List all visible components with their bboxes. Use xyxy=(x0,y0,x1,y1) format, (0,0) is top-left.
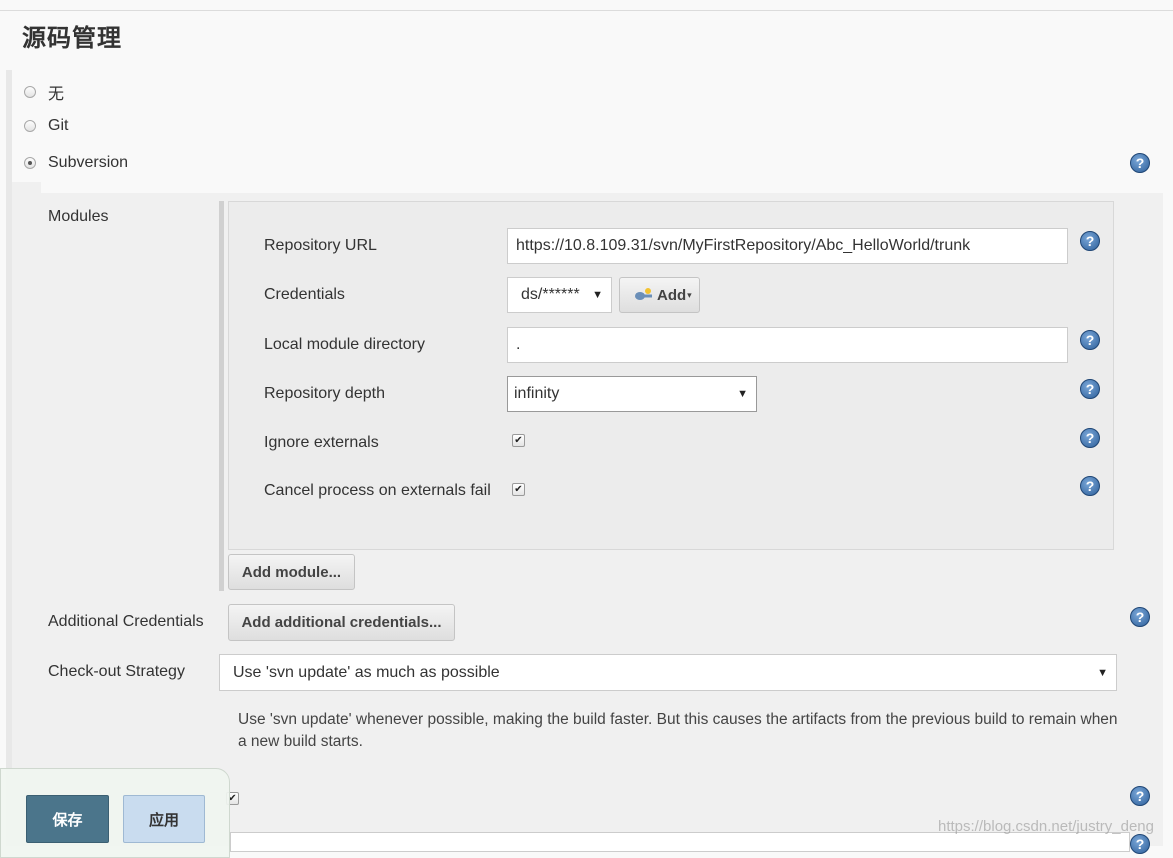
help-icon[interactable]: ? xyxy=(1130,153,1150,173)
modules-label: Modules xyxy=(48,208,109,225)
checkout-strategy-select[interactable]: Use 'svn update' as much as possible ▼ xyxy=(219,654,1117,691)
module-left-bar xyxy=(219,201,224,591)
scm-option-label: Subversion xyxy=(48,154,129,171)
scm-option-subversion[interactable]: Subversion xyxy=(24,154,128,172)
help-icon[interactable]: ? xyxy=(1130,786,1150,806)
cancel-process-label: Cancel process on externals fail xyxy=(264,482,491,499)
local-module-directory-input[interactable]: . xyxy=(507,327,1068,363)
caret-down-icon: ▾ xyxy=(687,289,692,300)
add-credentials-label: Add xyxy=(657,286,687,304)
credentials-value: ds/****** xyxy=(521,286,580,303)
add-credentials-button[interactable]: Add ▾ xyxy=(619,277,700,313)
help-icon[interactable]: ? xyxy=(1130,607,1150,627)
save-button[interactable]: 保存 xyxy=(26,795,109,843)
partial-input[interactable] xyxy=(230,832,1130,852)
ignore-externals-checkbox[interactable]: ✔ xyxy=(512,434,525,447)
help-icon[interactable]: ? xyxy=(1080,428,1100,448)
credentials-label: Credentials xyxy=(264,286,345,303)
key-add-icon xyxy=(635,288,652,300)
scm-option-label: Git xyxy=(48,117,69,134)
radio-none[interactable] xyxy=(24,86,36,98)
help-icon[interactable]: ? xyxy=(1080,231,1100,251)
ignore-externals-label: Ignore externals xyxy=(264,434,379,451)
add-module-button[interactable]: Add module... xyxy=(228,554,355,590)
apply-button[interactable]: 应用 xyxy=(123,795,205,843)
cancel-process-checkbox[interactable]: ✔ xyxy=(512,483,525,496)
subversion-indent-bar xyxy=(12,182,41,846)
scm-option-label: 无 xyxy=(48,86,65,103)
repository-url-label: Repository URL xyxy=(264,237,377,254)
chevron-down-icon: ▼ xyxy=(1097,666,1108,679)
checkout-strategy-label: Check-out Strategy xyxy=(48,663,185,680)
checkout-strategy-description: Use 'svn update' whenever possible, maki… xyxy=(238,711,1118,750)
scm-option-git[interactable]: Git xyxy=(24,117,68,135)
help-icon[interactable]: ? xyxy=(1130,834,1150,854)
scm-option-none[interactable]: 无 xyxy=(24,80,64,104)
help-icon[interactable]: ? xyxy=(1080,379,1100,399)
repository-depth-label: Repository depth xyxy=(264,385,385,402)
chevron-down-icon: ▼ xyxy=(737,388,748,400)
watermark: https://blog.csdn.net/justry_deng xyxy=(938,818,1154,835)
add-additional-credentials-button[interactable]: Add additional credentials... xyxy=(228,604,455,641)
radio-subversion[interactable] xyxy=(24,157,36,169)
checkout-strategy-value: Use 'svn update' as much as possible xyxy=(233,663,500,681)
chevron-down-icon: ▼ xyxy=(592,289,603,301)
help-icon[interactable]: ? xyxy=(1080,330,1100,350)
credentials-select[interactable]: ds/****** ▼ xyxy=(507,277,612,313)
repository-depth-select[interactable]: infinity ▼ xyxy=(507,376,757,412)
repository-url-input[interactable]: https://10.8.109.31/svn/MyFirstRepositor… xyxy=(507,228,1068,264)
radio-git[interactable] xyxy=(24,120,36,132)
local-module-directory-label: Local module directory xyxy=(264,336,425,353)
help-icon[interactable]: ? xyxy=(1080,476,1100,496)
additional-credentials-label: Additional Credentials xyxy=(48,613,204,630)
repository-depth-value: infinity xyxy=(514,385,560,402)
top-divider xyxy=(0,10,1173,11)
page-title: 源码管理 xyxy=(22,25,122,52)
